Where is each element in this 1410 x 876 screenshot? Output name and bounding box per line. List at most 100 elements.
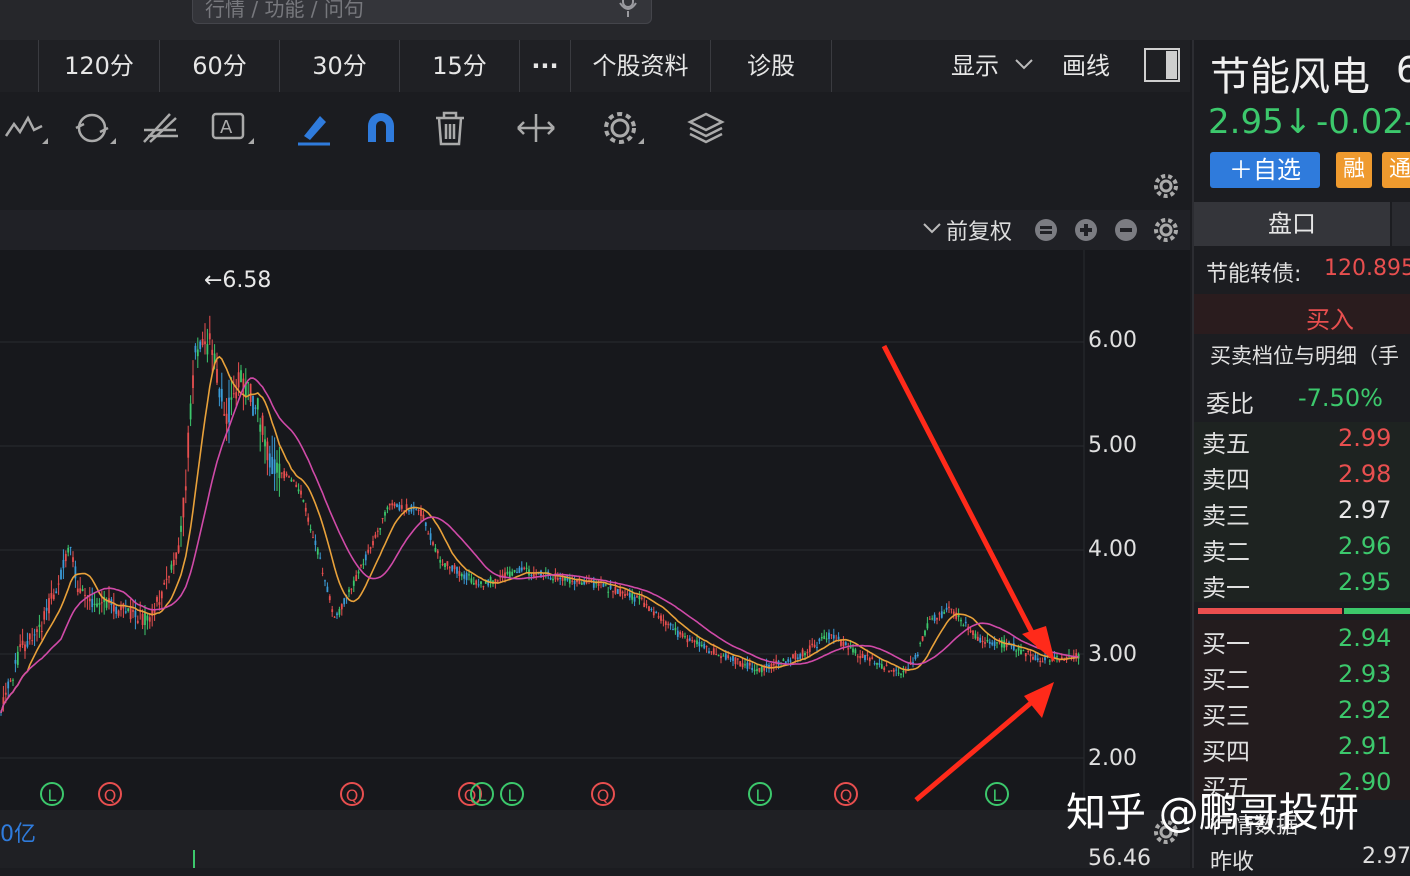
microphone-icon[interactable] (617, 0, 639, 19)
tab-15min[interactable]: 15分 (400, 40, 520, 92)
candle-body (60, 569, 62, 580)
bid-1-price[interactable]: 2.94 (1338, 624, 1391, 652)
tab-stock-profile[interactable]: 个股资料 (571, 40, 711, 92)
display-label: 显示 (951, 52, 999, 80)
price-change-pct: - (1404, 102, 1410, 142)
candle-body (36, 629, 38, 633)
candle-body (175, 552, 178, 559)
minus-icon[interactable] (1114, 218, 1138, 242)
move-horizontal-icon[interactable] (514, 108, 558, 148)
ask-1-price[interactable]: 2.95 (1338, 568, 1391, 596)
candle-body (650, 608, 653, 611)
candle-body (398, 504, 401, 511)
pen-tool-icon[interactable] (294, 108, 338, 148)
chevron-down-icon[interactable] (1014, 58, 1034, 72)
candle-body (979, 637, 982, 643)
candle-body (475, 580, 478, 585)
candle-body (993, 641, 996, 647)
trash-icon[interactable] (428, 108, 472, 148)
tab-more[interactable]: ··· (520, 40, 571, 92)
watermark: 知乎 @鹏哥投研 (1066, 790, 1359, 836)
ask-2-price[interactable]: 2.96 (1338, 532, 1391, 560)
adjust-mode-label[interactable]: 前复权 (946, 214, 1012, 246)
candle-body (280, 472, 283, 474)
margin-badge[interactable]: 融 (1336, 152, 1372, 188)
candle-body (134, 610, 137, 618)
tab-pankou[interactable]: 盘口 (1194, 202, 1390, 246)
candle-body (518, 567, 521, 573)
search-box[interactable]: 行情 / 功能 / 问句 (192, 0, 652, 24)
tab-partial[interactable] (1392, 202, 1410, 246)
candle-body (415, 508, 418, 510)
volume-header: 0亿 56.46 (0, 810, 1190, 871)
candle-body (868, 657, 871, 662)
candle-body (38, 624, 41, 627)
marker-letter: L (478, 786, 487, 805)
candle-body (748, 662, 751, 666)
tab-partial[interactable] (0, 40, 39, 92)
candle-body (1005, 644, 1008, 648)
chevron-down-icon[interactable] (922, 222, 942, 236)
search-input[interactable]: 行情 / 功能 / 问句 (205, 0, 364, 22)
tab-diagnose[interactable]: 诊股 (711, 40, 832, 92)
candle-body (355, 575, 358, 582)
candle-body (561, 577, 564, 581)
zoom-out-icon[interactable] (1034, 218, 1058, 242)
candle-body (91, 598, 94, 608)
text-tool-icon[interactable]: A (210, 108, 254, 148)
candle-body (933, 614, 936, 621)
candle-body (19, 644, 22, 648)
candle-body (72, 557, 74, 562)
plus-icon[interactable] (1074, 218, 1098, 242)
tab-120min[interactable]: 120分 (39, 40, 160, 92)
cycle-tool-icon[interactable] (72, 108, 116, 148)
candle-body (16, 651, 19, 665)
display-menu[interactable]: 显示 (940, 40, 1010, 92)
candle-body (1058, 660, 1061, 662)
panel-toggle-icon[interactable] (1144, 48, 1180, 82)
candle-body (708, 651, 710, 654)
candle-body (456, 566, 458, 574)
settings-gear-icon[interactable] (1152, 216, 1180, 244)
bid-3-price[interactable]: 2.92 (1338, 696, 1391, 724)
add-watchlist-button[interactable]: ＋自选 (1210, 152, 1320, 188)
ask-4-price[interactable]: 2.98 (1338, 460, 1391, 488)
period-tab-bar: 120分 60分 30分 15分 ··· 个股资料 诊股 显示 画线 (0, 40, 1190, 93)
candle-body (340, 604, 343, 610)
prev-close-label: 昨收 (1210, 850, 1255, 875)
polyline-tool-icon[interactable] (4, 108, 48, 148)
settings-gear-icon[interactable] (1152, 172, 1180, 200)
candle-body (883, 667, 886, 671)
bid-2-price[interactable]: 2.93 (1338, 660, 1391, 688)
candle-body (676, 630, 679, 637)
candle-body (69, 546, 72, 548)
svg-text:A: A (220, 117, 233, 138)
candle-body (328, 596, 331, 601)
candle-body (753, 669, 756, 672)
fibonacci-tool-icon[interactable] (140, 108, 184, 148)
tab-60min[interactable]: 60分 (160, 40, 280, 92)
candle-body (962, 625, 965, 627)
candle-body (950, 608, 953, 610)
ask-5-price[interactable]: 2.99 (1338, 424, 1391, 452)
candle-body (1039, 661, 1042, 663)
gear-icon[interactable] (600, 108, 644, 148)
candle-body (444, 563, 446, 568)
candle-body (1041, 661, 1044, 663)
candle-body (837, 636, 840, 640)
candle-body (621, 591, 624, 594)
kline-chart[interactable]: LQQQLLQLQL ←6.58 6.00 5.00 4.00 3.00 2.0… (0, 250, 1190, 810)
ask-3-price[interactable]: 2.97 (1338, 496, 1391, 524)
buy-button[interactable]: 买入 (1194, 294, 1410, 334)
layers-icon[interactable] (684, 108, 728, 148)
magnet-icon[interactable] (360, 108, 404, 148)
candle-body (468, 574, 470, 576)
connect-badge[interactable]: 通 (1382, 152, 1410, 188)
bid-4-price[interactable]: 2.91 (1338, 732, 1391, 760)
candle-body (84, 594, 86, 596)
tab-30min[interactable]: 30分 (280, 40, 400, 92)
convertible-value[interactable]: 120.895 (1324, 256, 1410, 281)
draw-line-button[interactable]: 画线 (1050, 40, 1122, 92)
candle-body (4, 692, 7, 695)
candle-body (856, 656, 859, 658)
